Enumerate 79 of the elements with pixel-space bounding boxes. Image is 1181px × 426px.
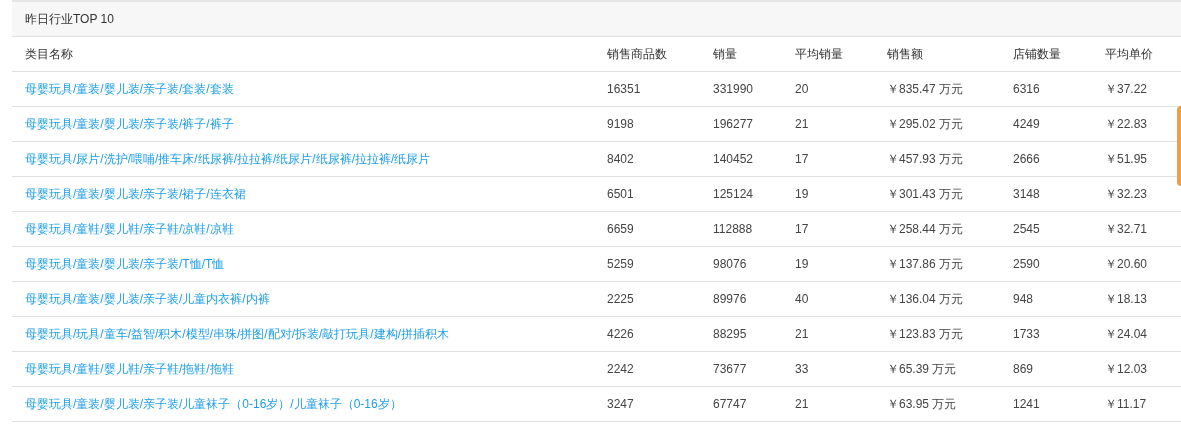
table-cell-text: ￥51.95 <box>1105 151 1149 168</box>
column-header: 平均单价 <box>1105 46 1154 63</box>
table-cell-text: ￥258.44 万元 <box>887 221 965 238</box>
category-link[interactable]: 母婴玩具/童鞋/婴儿鞋/亲子鞋/凉鞋/凉鞋 <box>25 220 234 238</box>
table-cell-text: 19 <box>795 186 810 203</box>
table-cell-text: ￥22.83 <box>1105 116 1149 133</box>
table-cell-text: 948 <box>1013 291 1035 308</box>
table-cell-text: 17 <box>795 221 810 238</box>
table-cell-text: 1733 <box>1013 326 1041 343</box>
category-link[interactable]: 母婴玩具/玩具/童车/益智/积木/模型/串珠/拼图/配对/拆装/敲打玩具/建构/拼插积木 <box>25 325 449 343</box>
table-cell-text: ￥65.39 万元 <box>887 361 958 378</box>
table-cell-text: 196277 <box>713 116 755 133</box>
table-cell-text: ￥457.93 万元 <box>887 151 965 168</box>
table-cell-text: ￥37.22 <box>1105 81 1149 98</box>
category-link[interactable]: 母婴玩具/童装/婴儿装/亲子装/儿童袜子（0-16岁）/儿童袜子（0-16岁） <box>25 395 402 413</box>
side-tab[interactable] <box>1177 106 1181 186</box>
table-cell-text: 2242 <box>607 361 635 378</box>
table-cell-text: 40 <box>795 291 810 308</box>
table-cell-text: 6501 <box>607 186 635 203</box>
table-cell-text: 2590 <box>1013 256 1041 273</box>
table-cell-text: ￥295.02 万元 <box>887 116 965 133</box>
column-header: 类目名称 <box>25 46 74 63</box>
table-cell-text: 16351 <box>607 81 642 98</box>
column-header: 平均销量 <box>795 46 844 63</box>
table-cell-text: ￥137.86 万元 <box>887 256 965 273</box>
table-cell-text: ￥20.60 <box>1105 256 1149 273</box>
table-cell-text: 3247 <box>607 396 635 413</box>
table-cell-text: 4249 <box>1013 116 1041 133</box>
table-cell-text: 2545 <box>1013 221 1041 238</box>
table-cell-text: 125124 <box>713 186 755 203</box>
column-header: 销售商品数 <box>607 46 668 63</box>
table-cell-text: ￥136.04 万元 <box>887 291 965 308</box>
table-cell-text: 89976 <box>713 291 748 308</box>
table-cell-text: 19 <box>795 256 810 273</box>
category-link[interactable]: 母婴玩具/童装/婴儿装/亲子装/裙子/连衣裙 <box>25 185 246 203</box>
table-cell-text: 4226 <box>607 326 635 343</box>
table-cell-text: ￥301.43 万元 <box>887 186 965 203</box>
table-cell-text: 140452 <box>713 151 755 168</box>
panel-title: 昨日行业TOP 10 <box>25 11 114 28</box>
table-cell-text: 73677 <box>713 361 748 378</box>
table-cell-text: ￥11.17 <box>1105 396 1148 413</box>
table-cell-text: 2666 <box>1013 151 1041 168</box>
table-cell-text: 6316 <box>1013 81 1041 98</box>
table-cell-text: ￥32.71 <box>1105 221 1149 238</box>
category-link[interactable]: 母婴玩具/童装/婴儿装/亲子装/儿童内衣裤/内裤 <box>25 290 270 308</box>
category-link[interactable]: 母婴玩具/童装/婴儿装/亲子装/裤子/裤子 <box>25 115 234 133</box>
table-cell-text: 331990 <box>713 81 755 98</box>
table-cell-text: 67747 <box>713 396 748 413</box>
table-cell-text: 21 <box>795 326 810 343</box>
category-link[interactable]: 母婴玩具/童装/婴儿装/亲子装/套装/套装 <box>25 80 234 98</box>
table-cell-text: 17 <box>795 151 810 168</box>
category-link[interactable]: 母婴玩具/尿片/洗护/喂哺/推车床/纸尿裤/拉拉裤/纸尿片/纸尿裤/拉拉裤/纸尿片 <box>25 150 431 168</box>
table-cell-text: ￥32.23 <box>1105 186 1149 203</box>
table-cell-text: 21 <box>795 396 810 413</box>
table-cell-text: 33 <box>795 361 810 378</box>
table-cell-text: 20 <box>795 81 810 98</box>
table-cell-text: 869 <box>1013 361 1035 378</box>
table-cell-text: 21 <box>795 116 810 133</box>
table-cell-text: ￥24.04 <box>1105 326 1149 343</box>
table-cell-text: 98076 <box>713 256 748 273</box>
table-cell-text: 5259 <box>607 256 635 273</box>
table-cell-text: ￥123.83 万元 <box>887 326 965 343</box>
table-cell-text: 6659 <box>607 221 635 238</box>
category-link[interactable]: 母婴玩具/童装/婴儿装/亲子装/T恤/T恤 <box>25 255 225 273</box>
column-header: 店铺数量 <box>1013 46 1062 63</box>
column-header: 销售额 <box>887 46 924 63</box>
table-cell-text: 112888 <box>713 221 754 238</box>
table-cell-text: ￥63.95 万元 <box>887 396 958 413</box>
table-cell-text: 3148 <box>1013 186 1041 203</box>
table-cell-text: 1241 <box>1013 396 1041 413</box>
table-cell-text: ￥18.13 <box>1105 291 1149 308</box>
table-cell-text: 2225 <box>607 291 635 308</box>
table-cell-text: 88295 <box>713 326 748 343</box>
column-header: 销量 <box>713 46 738 63</box>
table-cell-text: 9198 <box>607 116 635 133</box>
table-cell-text: ￥835.47 万元 <box>887 81 965 98</box>
category-link[interactable]: 母婴玩具/童鞋/婴儿鞋/亲子鞋/拖鞋/拖鞋 <box>25 360 234 378</box>
table-cell-text: ￥12.03 <box>1105 361 1149 378</box>
table-cell-text: 8402 <box>607 151 635 168</box>
